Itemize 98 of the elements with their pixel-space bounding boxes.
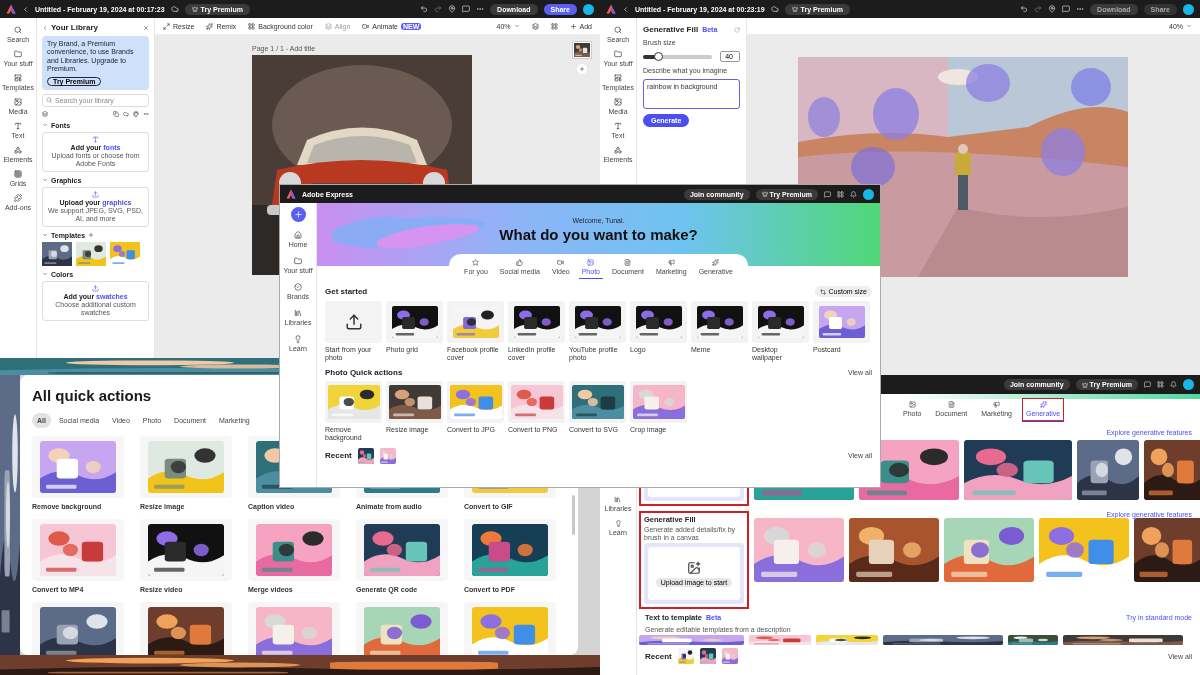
upload-icon bbox=[344, 313, 363, 331]
rail-icon bbox=[614, 50, 622, 58]
crown-icon bbox=[791, 6, 798, 12]
logo-icon[interactable] bbox=[606, 4, 616, 14]
section-title: Get started bbox=[325, 287, 368, 296]
rail-icon bbox=[614, 74, 622, 82]
scrollbar[interactable] bbox=[572, 495, 575, 535]
add-icon bbox=[569, 22, 577, 30]
cloud-icon bbox=[170, 5, 179, 13]
close-icon[interactable] bbox=[143, 24, 149, 31]
more-icon[interactable] bbox=[1076, 5, 1085, 13]
logo-icon[interactable] bbox=[286, 189, 296, 199]
chat-icon[interactable] bbox=[824, 190, 831, 198]
palette-icon[interactable] bbox=[133, 110, 139, 117]
tab-icon bbox=[1039, 401, 1047, 408]
rail-icon bbox=[294, 283, 302, 291]
section-title: Recent bbox=[325, 451, 352, 461]
apps-icon[interactable] bbox=[1157, 381, 1164, 388]
rail-icon bbox=[294, 335, 302, 343]
caret-icon bbox=[513, 23, 520, 29]
rail-icon bbox=[614, 122, 622, 130]
tool-icon bbox=[206, 22, 214, 30]
pin-icon[interactable] bbox=[448, 5, 457, 13]
more-icon[interactable] bbox=[476, 5, 485, 13]
back-icon[interactable] bbox=[22, 5, 29, 13]
bell-icon[interactable] bbox=[850, 190, 857, 198]
chat-icon[interactable] bbox=[1144, 381, 1151, 388]
section-title: Recent bbox=[645, 651, 672, 661]
rail-icon bbox=[294, 231, 302, 239]
brush-slider[interactable] bbox=[643, 54, 713, 59]
cloud-icon[interactable] bbox=[123, 110, 129, 117]
crown-icon bbox=[191, 6, 198, 12]
avatar[interactable] bbox=[863, 188, 874, 200]
search-icon bbox=[46, 97, 52, 104]
tab-icon bbox=[472, 259, 480, 266]
crown-icon bbox=[761, 191, 768, 197]
rail-icon bbox=[614, 98, 622, 106]
rail-icon bbox=[14, 98, 22, 106]
caret-icon bbox=[1186, 23, 1192, 29]
tab-icon bbox=[667, 259, 675, 266]
avatar[interactable] bbox=[583, 3, 594, 15]
tab-icon bbox=[993, 401, 1001, 408]
undo-icon[interactable] bbox=[1020, 5, 1029, 13]
page-thumbnail[interactable] bbox=[573, 42, 591, 58]
tool-icon bbox=[163, 22, 170, 30]
more-icon[interactable] bbox=[143, 110, 149, 117]
grid-icon[interactable] bbox=[550, 22, 558, 30]
tool-icon bbox=[248, 22, 256, 30]
rail-icon bbox=[614, 520, 622, 527]
resize-icon bbox=[820, 288, 827, 295]
rail-icon bbox=[14, 122, 22, 130]
back-icon[interactable] bbox=[622, 5, 629, 13]
image-add-icon bbox=[687, 560, 701, 575]
undo-icon[interactable] bbox=[420, 5, 429, 13]
add-icon bbox=[579, 66, 585, 72]
crown-icon bbox=[1081, 381, 1088, 388]
rail-icon bbox=[14, 74, 22, 82]
slider-thumb[interactable] bbox=[654, 51, 664, 61]
tool-icon bbox=[324, 22, 332, 30]
panel-title: Your Library bbox=[51, 23, 98, 32]
rail-icon bbox=[614, 496, 622, 503]
tab-icon bbox=[712, 259, 720, 266]
tab-icon bbox=[908, 401, 916, 408]
copy-icon[interactable] bbox=[113, 110, 119, 117]
tab-icon bbox=[516, 259, 524, 266]
create-button[interactable] bbox=[290, 207, 306, 222]
rail-icon bbox=[14, 50, 22, 58]
upload-icon bbox=[92, 190, 99, 198]
panel-title: Generative Fill bbox=[643, 25, 699, 34]
rail-icon bbox=[14, 26, 22, 34]
layers-icon[interactable] bbox=[531, 22, 539, 30]
rail-icon bbox=[14, 170, 22, 178]
rail-icon bbox=[614, 26, 622, 34]
tab-icon bbox=[557, 259, 565, 266]
rail-icon bbox=[294, 309, 302, 317]
cloud-icon bbox=[770, 5, 779, 13]
rail-icon bbox=[614, 146, 622, 154]
tab-icon bbox=[947, 401, 955, 408]
filter-icon[interactable] bbox=[42, 110, 48, 117]
tab-icon bbox=[587, 259, 595, 266]
avatar[interactable] bbox=[1183, 379, 1194, 390]
rail-icon bbox=[14, 146, 22, 154]
avatar[interactable] bbox=[1183, 3, 1194, 15]
rail-icon bbox=[294, 257, 302, 265]
comment-icon[interactable] bbox=[462, 5, 471, 13]
dialog-title: All quick actions bbox=[32, 387, 153, 404]
upload-icon bbox=[92, 284, 99, 292]
tab-icon bbox=[624, 259, 632, 266]
rail-icon bbox=[14, 194, 22, 202]
logo-icon[interactable] bbox=[6, 4, 16, 14]
comment-icon[interactable] bbox=[1062, 5, 1071, 13]
apps-icon[interactable] bbox=[837, 190, 844, 198]
bell-icon[interactable] bbox=[1170, 381, 1177, 388]
tool-icon bbox=[362, 22, 370, 30]
text-icon bbox=[92, 135, 99, 143]
headline: What do you want to make? bbox=[499, 225, 698, 243]
pin-icon[interactable] bbox=[1048, 5, 1057, 13]
add-icon bbox=[293, 210, 303, 219]
